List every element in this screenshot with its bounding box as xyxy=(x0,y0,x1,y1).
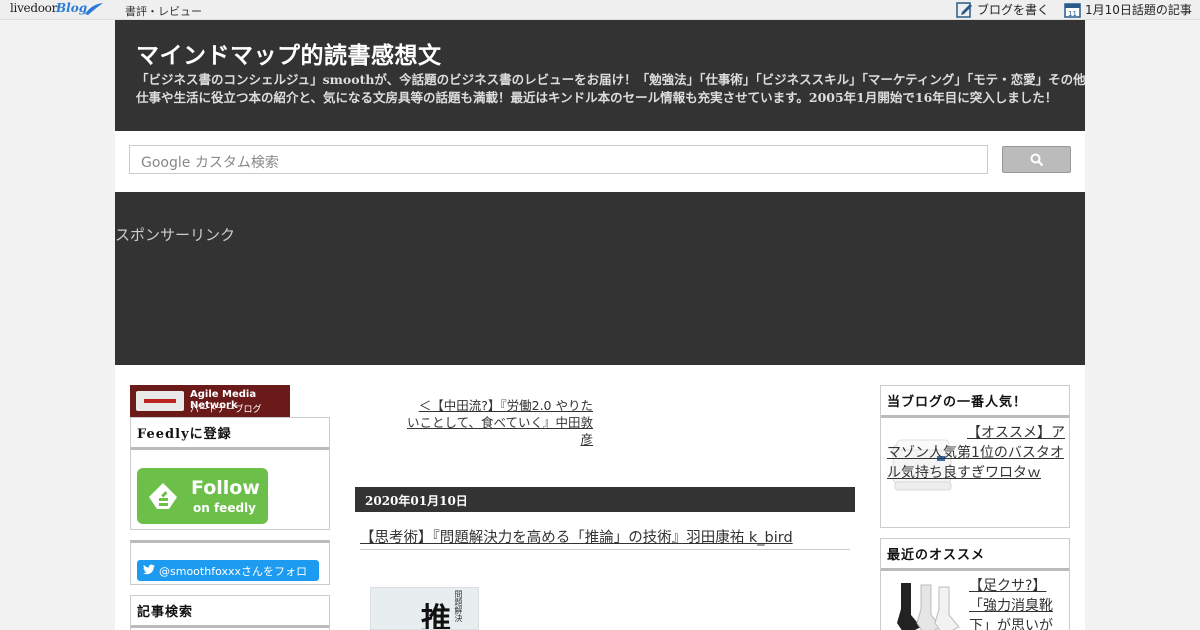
article-search-widget: 記事検索 xyxy=(130,595,330,630)
daily-articles-label: 1月10日話題の記事 xyxy=(1085,3,1192,17)
popular-heading: 当ブログの一番人気！ xyxy=(881,386,1069,418)
socks-image xyxy=(897,583,960,630)
pencil-icon xyxy=(956,2,972,18)
svg-text:11: 11 xyxy=(1068,10,1077,18)
feedly-follow-label: Follow xyxy=(191,477,260,499)
search-icon xyxy=(1030,153,1044,167)
twitter-follow-label: @smoothfoxxxさんをフォロー xyxy=(159,565,307,594)
recommend-widget: 最近のオススメ 【足クサ?】「強力消臭靴下」が思いが xyxy=(880,538,1070,630)
article-date: 2020年01月10日 xyxy=(355,487,855,512)
feedly-heading: Feedlyに登録 xyxy=(131,418,329,450)
twitter-follow-button[interactable]: @smoothfoxxxさんをフォロー xyxy=(137,560,319,594)
sponsor-area: スポンサーリンク xyxy=(115,192,1085,365)
site-title[interactable]: マインドマップ的読書感想文 xyxy=(136,36,442,70)
previous-article-link[interactable]: ＜【中田流?】『労働2.0 やりたいことして、食べていく』中田敦彦 xyxy=(407,397,593,448)
recommend-article-link[interactable]: 【足クサ?】「強力消臭靴下」が思いが xyxy=(969,576,1065,630)
search-input[interactable]: Google カスタム検索 xyxy=(129,145,988,174)
swoosh-icon xyxy=(85,3,103,15)
feedly-widget: Feedlyに登録 Follow on feedly xyxy=(130,417,330,530)
recommend-heading: 最近のオススメ xyxy=(881,539,1069,571)
article-title[interactable]: 【思考術】『問題解決力を高める「推論」の技術』羽田康祐 k_bird xyxy=(360,526,850,550)
sponsor-label: スポンサーリンク xyxy=(115,226,236,244)
livedoor-blog-logo[interactable]: Blog xyxy=(56,1,87,15)
blog-header: マインドマップ的読書感想文 「ビジネス書のコンシェルジュ」smoothが、今話題… xyxy=(115,20,1086,131)
feedly-on-label: on feedly xyxy=(193,501,256,515)
article-search-heading: 記事検索 xyxy=(131,596,329,628)
site-description: 「ビジネス書のコンシェルジュ」smoothが、今話題のビジネス書のレビューをお届… xyxy=(136,72,1086,105)
search-area: Google カスタム検索 xyxy=(115,131,1085,192)
write-blog-link[interactable]: ブログを書く xyxy=(956,1,1049,18)
popular-widget: 当ブログの一番人気！ 【オススメ】アマゾン人気第1位のバスタオル気持ち良すぎワロ… xyxy=(880,385,1070,528)
category-link[interactable]: 書評・レビュー xyxy=(125,3,202,19)
amn-partner-banner[interactable]: Agile Media Network パートナーブログ xyxy=(130,385,290,417)
popular-article-link[interactable]: 【オススメ】アマゾン人気第1位のバスタオル気持ち良すぎワロタｗ xyxy=(887,423,1065,483)
feedly-icon xyxy=(149,483,177,509)
book-cover-image[interactable]: 推 問題解決 xyxy=(370,587,479,630)
calendar-icon: 11 xyxy=(1064,3,1081,18)
amn-logo-icon xyxy=(136,391,184,411)
daily-articles-link[interactable]: 11 1月10日話題の記事 xyxy=(1064,1,1192,18)
livedoor-topbar: livedoor Blog 書評・レビュー ブログを書く 11 1月10日話題の… xyxy=(0,0,1200,20)
livedoor-logo[interactable]: livedoor xyxy=(10,1,57,15)
book-cover-char: 推 xyxy=(421,602,451,630)
feedly-follow-button[interactable]: Follow on feedly xyxy=(137,468,268,524)
book-cover-subtext: 問題解決 xyxy=(454,590,463,622)
twitter-widget: @smoothfoxxxさんをフォロー xyxy=(130,540,330,594)
write-blog-label: ブログを書く xyxy=(977,3,1050,17)
main-content: Agile Media Network パートナーブログ Feedlyに登録 F… xyxy=(115,365,1085,630)
amn-subtitle: パートナーブログ xyxy=(190,405,262,415)
search-button[interactable] xyxy=(1002,146,1071,173)
socks-thumbnail[interactable] xyxy=(887,579,965,630)
twitter-bird-icon xyxy=(143,564,155,575)
